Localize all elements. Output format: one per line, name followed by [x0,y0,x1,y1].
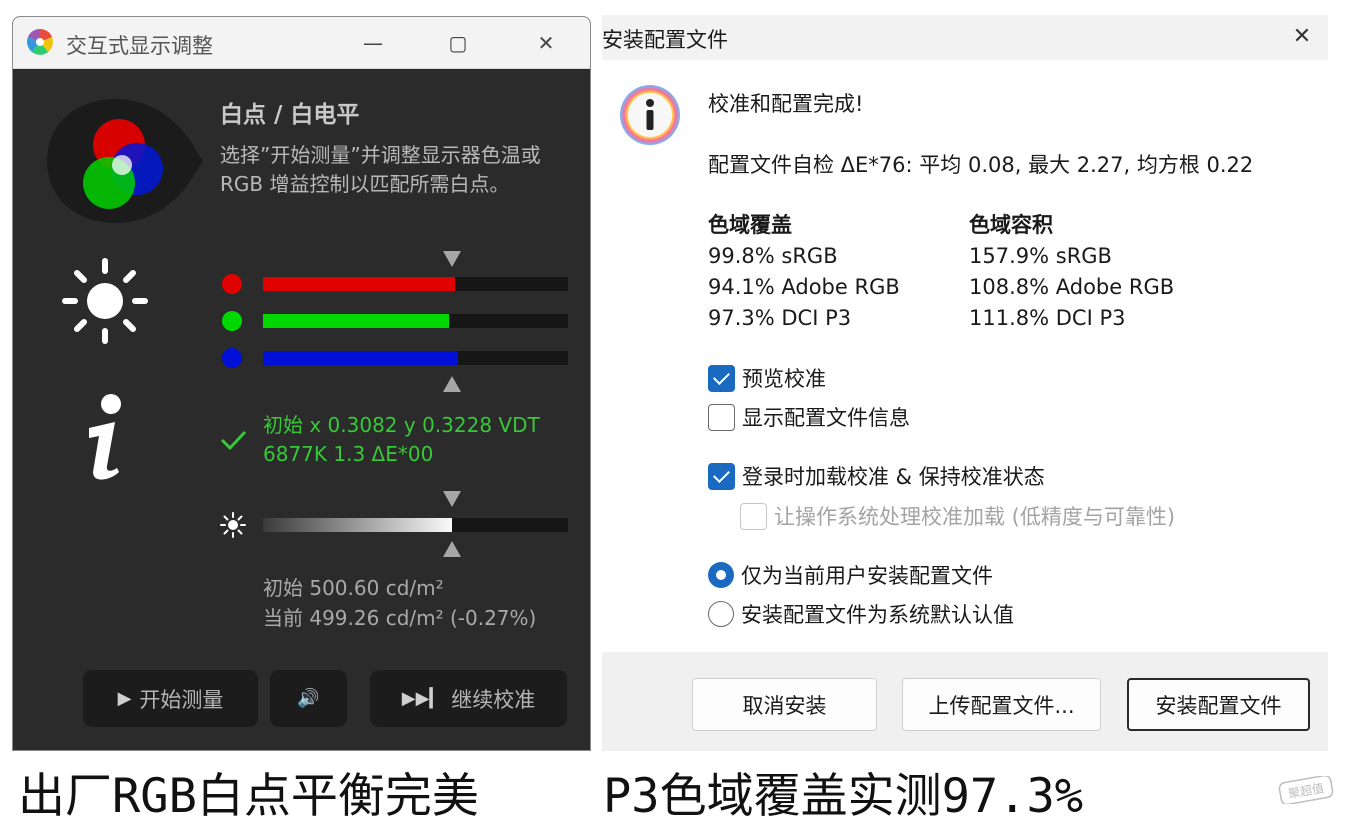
checkbox-checked[interactable] [708,364,735,392]
blue-gain-bar [263,351,568,365]
red-channel-dot [222,274,242,294]
load-on-login-checkbox[interactable]: 登录时加载校准 & 保持校准状态 [708,461,1045,491]
luminance-current: 当前 499.26 cd/m² (-0.27%) [263,606,537,630]
os-handles-loading-checkbox: 让操作系统处理校准加载 (低精度与可靠性) [740,501,1175,531]
show-profile-info-checkbox[interactable]: 显示配置文件信息 [708,402,910,432]
svg-text:聚超值: 聚超值 [1287,780,1325,801]
gamut-coverage-dcip3: 97.3% DCI P3 [708,306,852,330]
checkbox-checked[interactable] [708,462,735,490]
dialog-title-bar: 安装配置文件 ✕ [602,15,1328,60]
rgb-target-marker-bottom[interactable] [443,376,461,392]
gamut-volume-header: 色域容积 [969,213,1053,237]
radio-selected[interactable] [708,562,734,588]
gamut-volume-dcip3: 111.8% DCI P3 [969,306,1126,330]
green-channel-dot [222,311,242,331]
play-icon: ▶ [117,688,132,709]
speaker-icon: 🔊 [297,688,320,709]
continue-calibration-button[interactable]: ▶▶▎ 继续校准 [370,670,567,727]
left-caption: 出厂RGB白点平衡完美 [18,769,479,820]
whitepoint-status-line1: 初始 x 0.3082 y 0.3228 VDT [263,413,540,437]
upload-profile-button[interactable]: 上传配置文件... [902,678,1101,731]
luminance-target-marker-bottom[interactable] [443,541,461,557]
close-button[interactable]: ✕ [526,27,566,59]
gamut-volume-column: 色域容积 157.9% sRGB 108.8% Adobe RGB 111.8%… [969,210,1174,334]
os-handles-loading-label: 让操作系统处理校准加载 (低精度与可靠性) [774,505,1176,529]
dialog-close-button[interactable]: ✕ [1286,21,1318,53]
green-gain-bar [263,314,568,328]
red-gain-bar [263,277,568,291]
dialog-title: 安装配置文件 [602,28,728,52]
install-system-default-radio[interactable]: 安装配置文件为系统默认认值 [708,599,1014,629]
gamut-volume-adobergb: 108.8% Adobe RGB [969,275,1175,299]
profile-selfcheck: 配置文件自检 ΔE*76: 平均 0.08, 最大 2.27, 均方根 0.22 [708,153,1254,177]
info-badge-icon [620,85,680,145]
rgb-whitepoint-icon [47,99,203,223]
install-profile-dialog: 安装配置文件 ✕ 校准和配置完成! 配置文件自检 ΔE*76: 平均 0.08,… [602,15,1328,751]
checkmark-icon [220,430,247,451]
install-system-default-label: 安装配置文件为系统默认认值 [741,603,1014,627]
install-current-user-radio[interactable]: 仅为当前用户安装配置文件 [708,560,993,590]
luminance-readout: 初始 500.60 cd/m² 当前 499.26 cd/m² (-0.27%) [263,573,536,633]
small-brightness-icon [220,512,246,538]
start-measurement-label: 开始测量 [139,687,224,712]
brightness-icon [62,258,148,344]
window-title: 交互式显示调整 [66,34,213,58]
preview-calibration-label: 预览校准 [742,367,826,391]
whitepoint-status-line2: 6877K 1.3 ΔE*00 [263,442,434,466]
luminance-fill [263,518,453,532]
luminance-bar [263,518,568,532]
blue-gain-fill [263,351,459,365]
install-current-user-label: 仅为当前用户安装配置文件 [741,564,993,588]
sound-toggle-button[interactable]: 🔊 [270,670,347,727]
luminance-initial: 初始 500.60 cd/m² [263,576,444,600]
whitepoint-status: 初始 x 0.3082 y 0.3228 VDT 6877K 1.3 ΔE*00 [263,411,540,469]
gamut-coverage-srgb: 99.8% sRGB [708,244,838,268]
continue-calibration-label: 继续校准 [451,687,536,712]
green-gain-fill [263,314,450,328]
checkbox-unchecked[interactable] [708,403,735,431]
info-icon [89,394,121,480]
install-profile-button[interactable]: 安装配置文件 [1127,678,1310,731]
checkbox-disabled [740,502,767,530]
skip-forward-icon: ▶▶▎ [401,688,444,709]
instructions-text: 选择”开始测量”并调整显示器色温或 RGB 增益控制以匹配所需白点。 [220,143,541,196]
gamut-coverage-adobergb: 94.1% Adobe RGB [708,275,900,299]
gamut-volume-srgb: 157.9% sRGB [969,244,1112,268]
completion-message: 校准和配置完成! [708,92,864,116]
start-measurement-button[interactable]: ▶ 开始测量 [83,670,258,727]
right-caption: P3色域覆盖实测97.3% [603,769,1084,820]
interactive-display-adjustment-window: 交互式显示调整 — ▢ ✕ 白点 / 白电平 选择”开始测量”并调整显示器色温或… [12,16,591,751]
gamut-coverage-header: 色域覆盖 [708,213,792,237]
load-on-login-label: 登录时加载校准 & 保持校准状态 [742,465,1045,489]
maximize-button[interactable]: ▢ [438,27,478,59]
luminance-target-marker-top[interactable] [443,491,461,507]
title-bar: 交互式显示调整 — ▢ ✕ [13,17,590,69]
section-heading: 白点 / 白电平 [220,102,360,128]
watermark-logo: 聚超值 [1278,776,1334,804]
radio-unselected[interactable] [708,601,734,627]
show-profile-info-label: 显示配置文件信息 [742,406,910,430]
color-wheel-icon [27,29,53,55]
cancel-install-button[interactable]: 取消安装 [692,678,877,731]
gamut-coverage-column: 色域覆盖 99.8% sRGB 94.1% Adobe RGB 97.3% DC… [708,210,900,334]
blue-channel-dot [222,348,242,368]
rgb-target-marker-top[interactable] [443,251,461,267]
minimize-button[interactable]: — [353,27,393,59]
red-gain-fill [263,277,456,291]
preview-calibration-checkbox[interactable]: 预览校准 [708,363,826,393]
